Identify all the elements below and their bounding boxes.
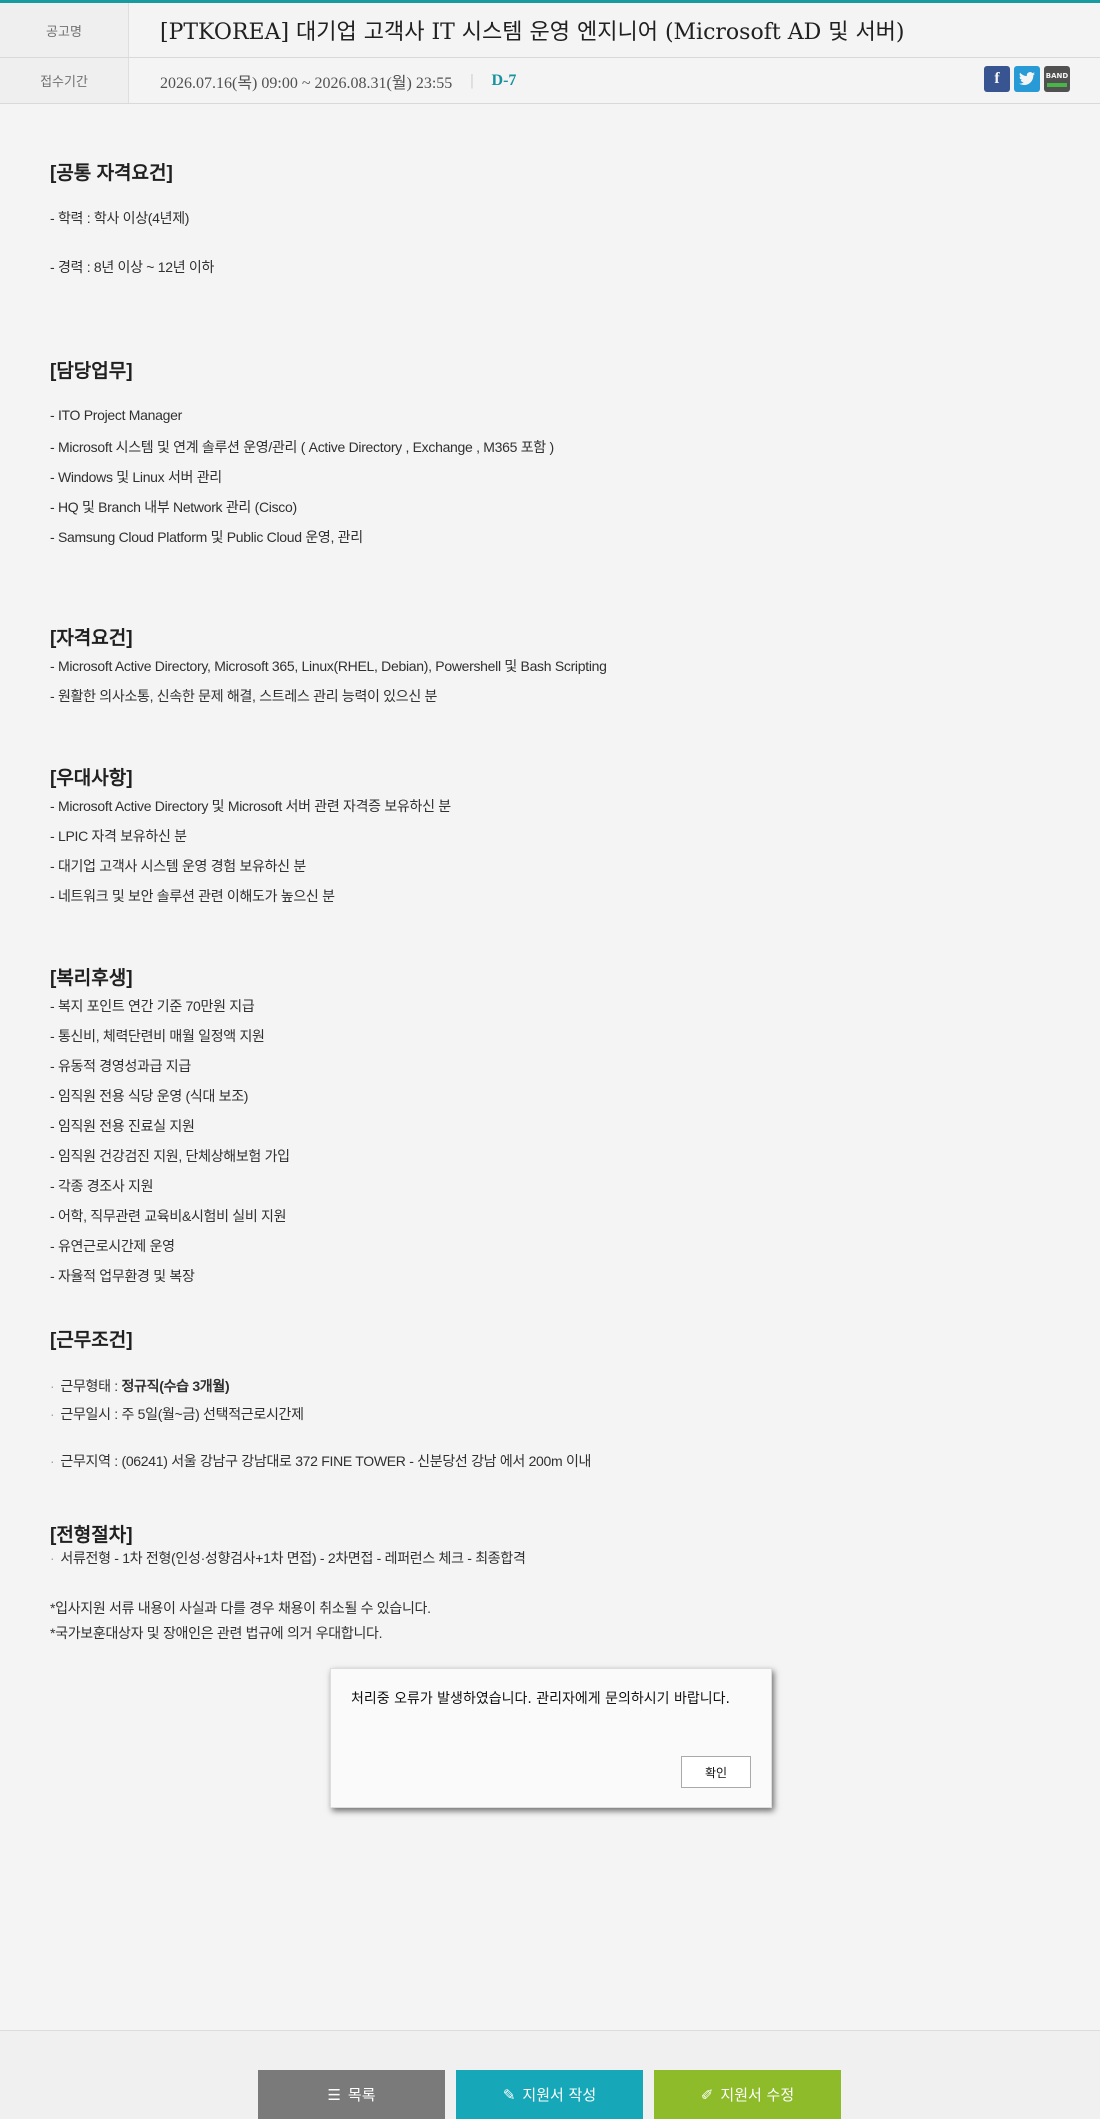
edit-application-button[interactable]: ✐ 지원서 수정 <box>654 2070 841 2119</box>
edit-button-label: 지원서 수정 <box>720 2086 795 2104</box>
list-button-label: 목록 <box>347 2086 376 2104</box>
apply-button-label: 지원서 작성 <box>522 2086 597 2104</box>
apply-button[interactable]: ✎ 지원서 작성 <box>456 2070 643 2119</box>
pencil-icon: ✎ <box>502 2085 516 2104</box>
edit-icon: ✐ <box>700 2085 714 2104</box>
footer-bar: ☰ 목록 ✎ 지원서 작성 ✐ 지원서 수정 <box>0 2030 1100 2119</box>
list-icon: ☰ <box>327 2085 341 2104</box>
confirm-button[interactable]: 확인 <box>681 1756 751 1788</box>
list-button[interactable]: ☰ 목록 <box>258 2070 445 2119</box>
error-dialog: 처리중 오류가 발생하였습니다. 관리자에게 문의하시기 바랍니다. 확인 <box>330 1668 772 1808</box>
dialog-message: 처리중 오류가 발생하였습니다. 관리자에게 문의하시기 바랍니다. <box>351 1691 730 1707</box>
